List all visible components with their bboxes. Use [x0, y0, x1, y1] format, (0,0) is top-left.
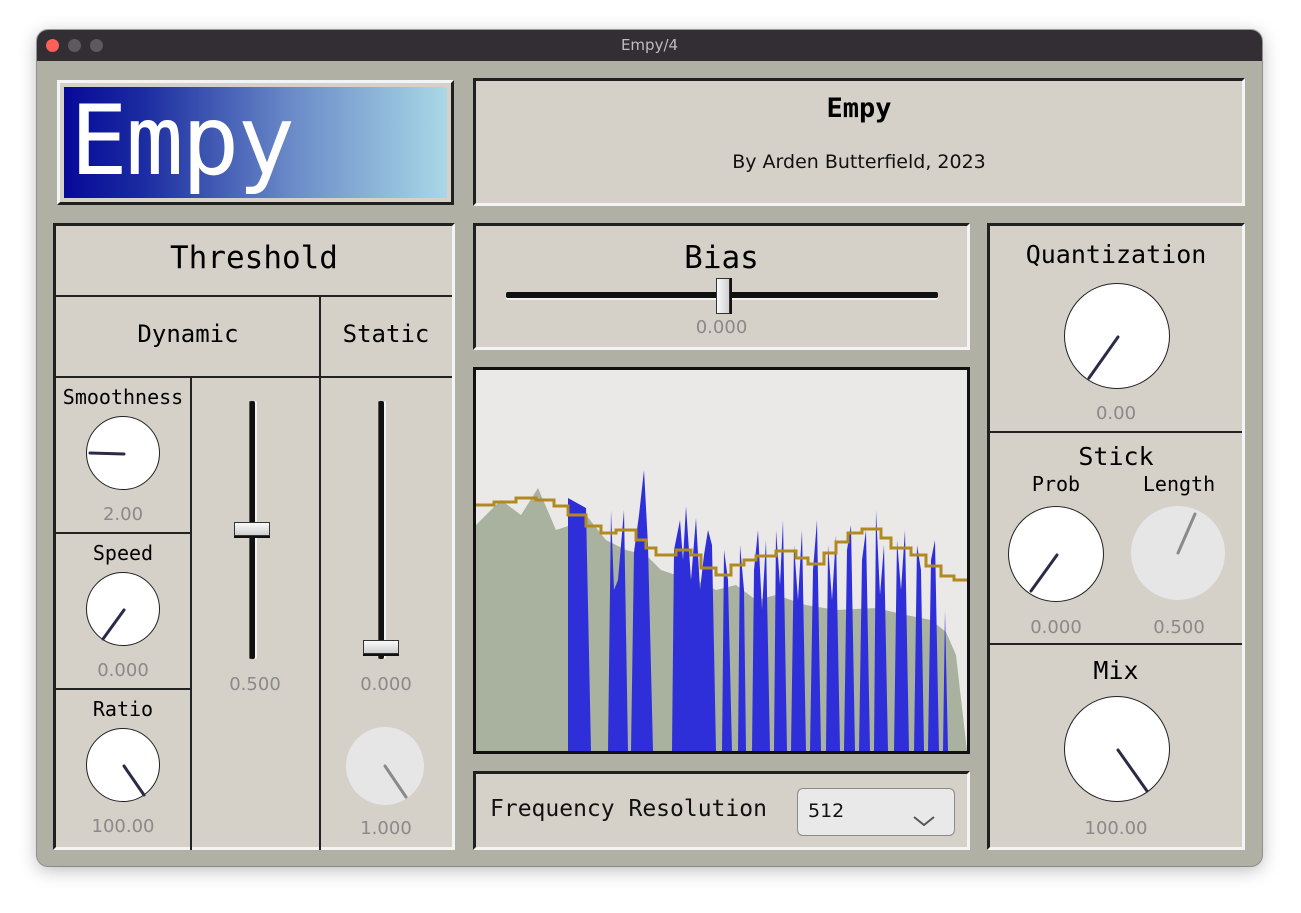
- smoothness-value: 2.00: [102, 504, 144, 525]
- ratio-knob[interactable]: [86, 728, 160, 802]
- right-panel: Quantization 0.00 Stick Prob Length 0.00…: [987, 223, 1245, 850]
- minimize-window-button[interactable]: [68, 39, 81, 52]
- title-bar: Empy/4: [37, 30, 1262, 61]
- logo-gradient: Empy: [64, 85, 447, 198]
- logo-frame: Empy: [57, 80, 454, 205]
- stick-prob-label: Prob: [1031, 472, 1081, 496]
- quantization-value: 0.00: [1095, 403, 1137, 424]
- static-title: Static: [342, 320, 430, 348]
- quantization-title: Quantization: [1025, 240, 1207, 269]
- speed-knob[interactable]: [86, 572, 160, 646]
- spectrum-display: [473, 367, 970, 754]
- stick-length-value: 0.500: [1153, 617, 1205, 638]
- divider: [190, 376, 192, 850]
- bias-panel: Bias 0.000: [473, 223, 970, 350]
- bias-title: Bias: [684, 240, 759, 276]
- dynamic-title: Dynamic: [137, 320, 239, 348]
- quantization-knob[interactable]: [1064, 283, 1170, 389]
- bias-value: 0.000: [695, 317, 748, 338]
- frequency-resolution-panel: Frequency Resolution 512: [473, 771, 970, 850]
- bias-slider-thumb[interactable]: [716, 278, 730, 314]
- plugin-title: Empy: [826, 93, 892, 124]
- stick-length-label: Length: [1142, 472, 1216, 496]
- smoothness-label: Smoothness: [62, 385, 184, 409]
- divider: [56, 376, 452, 378]
- header-panel: Empy By Arden Butterfield, 2023: [473, 78, 1245, 206]
- frequency-resolution-label: Frequency Resolution: [490, 796, 767, 822]
- static-slider-thumb[interactable]: [363, 640, 399, 654]
- logo-text: Empy: [70, 85, 295, 197]
- mix-knob[interactable]: [1064, 696, 1170, 802]
- mix-value: 100.00: [1084, 818, 1148, 839]
- speed-label: Speed: [92, 541, 154, 565]
- ratio-value: 100.00: [91, 816, 155, 837]
- stick-prob-value: 0.000: [1030, 617, 1082, 638]
- divider: [990, 643, 1242, 645]
- plugin-author: By Arden Butterfield, 2023: [732, 151, 986, 173]
- threshold-title: Threshold: [170, 240, 338, 276]
- dynamic-slider-thumb[interactable]: [234, 522, 270, 536]
- stick-length-knob[interactable]: [1131, 506, 1225, 600]
- threshold-panel: Threshold Dynamic Static Smoothness 2.00…: [53, 223, 455, 850]
- frequency-resolution-value: 512: [808, 800, 845, 822]
- zoom-window-button[interactable]: [90, 39, 103, 52]
- stick-prob-knob[interactable]: [1008, 506, 1104, 602]
- chevron-down-icon: [912, 801, 936, 846]
- divider: [319, 295, 321, 850]
- divider: [990, 431, 1242, 433]
- static-knob[interactable]: [346, 727, 424, 805]
- smoothness-knob[interactable]: [86, 416, 160, 490]
- divider: [56, 532, 192, 534]
- speed-value: 0.000: [97, 660, 149, 681]
- static-slider-value: 0.000: [360, 674, 412, 695]
- dynamic-slider-value: 0.500: [229, 674, 281, 695]
- frequency-resolution-select[interactable]: 512: [797, 788, 955, 836]
- spectrum-graph: [476, 470, 967, 751]
- close-window-button[interactable]: [46, 39, 59, 52]
- static-slider-track[interactable]: [378, 401, 384, 659]
- mix-title: Mix: [1093, 656, 1139, 685]
- stick-title: Stick: [1078, 442, 1154, 471]
- window-title: Empy/4: [620, 36, 679, 54]
- static-knob-value: 1.000: [360, 818, 412, 839]
- spectrum-envelope: [476, 488, 967, 751]
- ratio-label: Ratio: [92, 697, 154, 721]
- app-window: Empy/4 Empy Empy By Arden Butterfield, 2…: [37, 30, 1262, 866]
- divider: [56, 688, 192, 690]
- divider: [56, 295, 452, 297]
